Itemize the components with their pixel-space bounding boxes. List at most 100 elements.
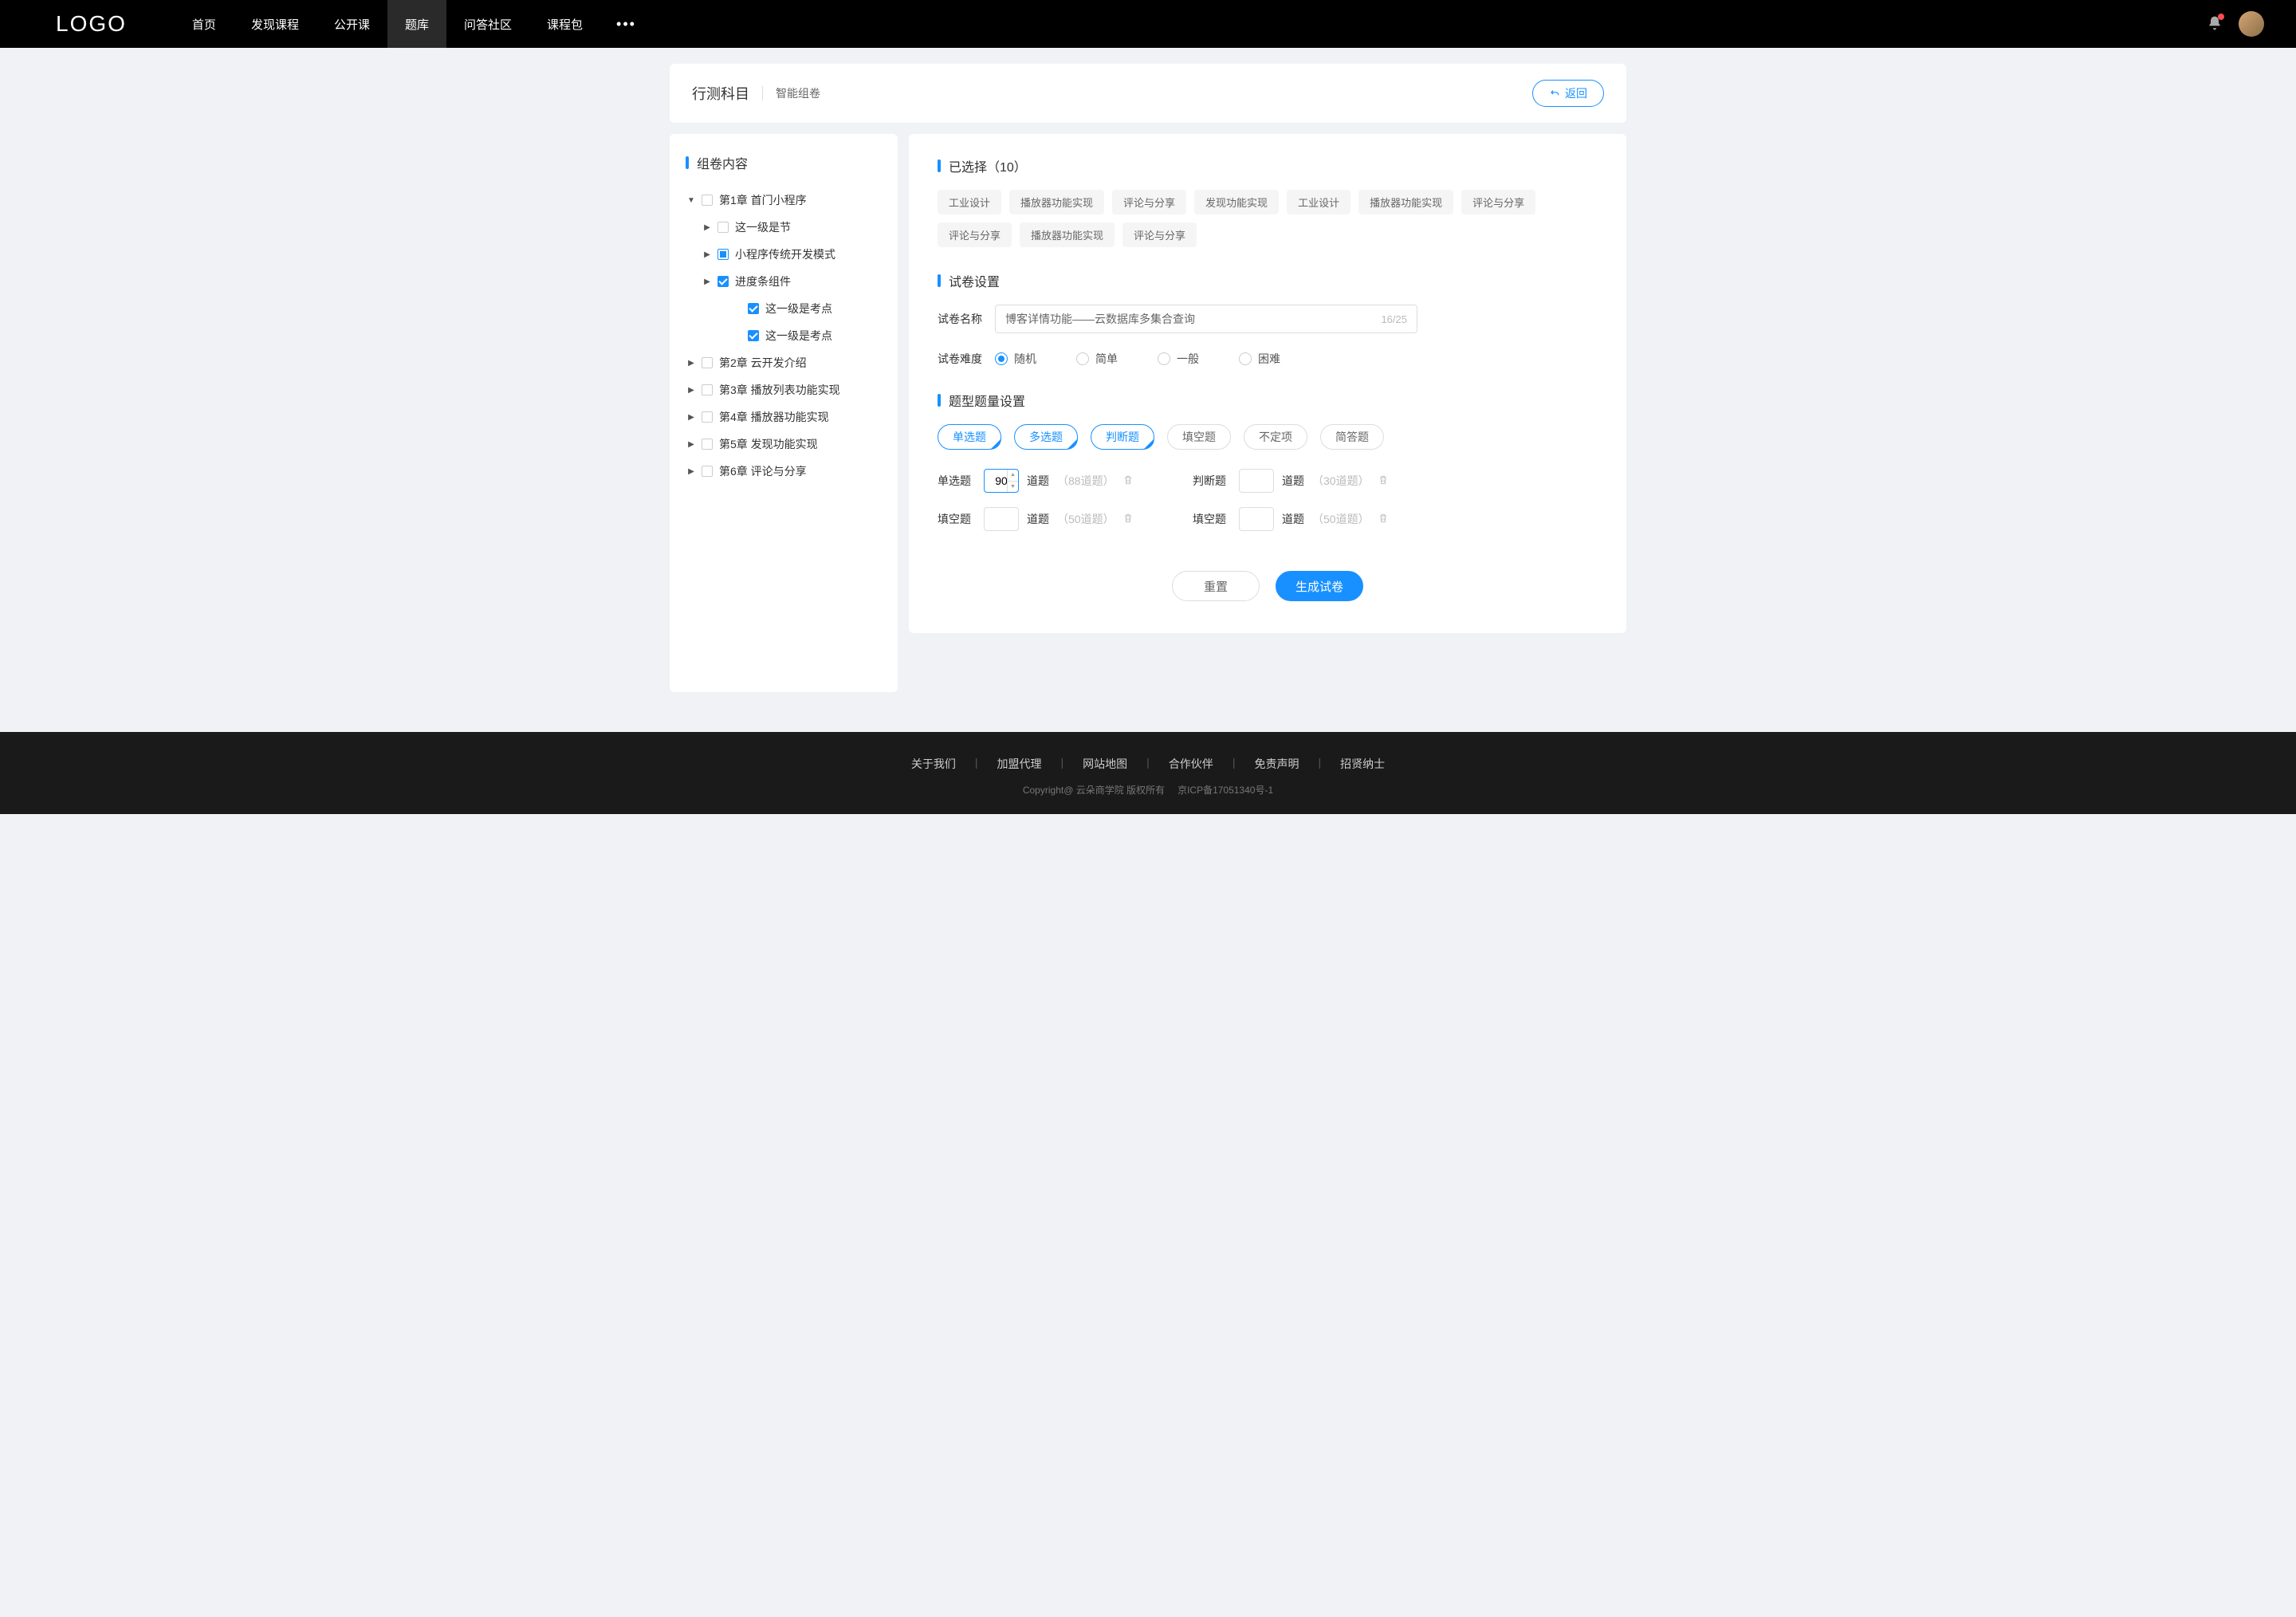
delete-icon[interactable] [1378,513,1389,526]
name-char-count: 16/25 [1381,313,1407,325]
footer-link[interactable]: 关于我们 [892,756,975,772]
delete-icon[interactable] [1122,474,1134,488]
footer-link[interactable]: 合作伙伴 [1150,756,1233,772]
selected-tag[interactable]: 工业设计 [1287,190,1350,214]
qty-hint: （50道题） [1312,511,1370,527]
undo-icon [1549,88,1560,99]
checkbox[interactable] [748,330,759,341]
delete-icon[interactable] [1122,513,1134,526]
arrow-right-icon[interactable]: ▶ [686,413,697,422]
radio-circle-icon [995,352,1008,365]
qtype-pill[interactable]: 填空题 [1167,424,1231,450]
checkbox[interactable] [702,411,713,423]
footer-link[interactable]: 招贤纳士 [1321,756,1404,772]
checkbox[interactable] [702,384,713,395]
spinner-up-icon[interactable]: ▲ [1008,470,1018,482]
qtype-pill[interactable]: 多选题 [1014,424,1078,450]
spinner-buttons[interactable]: ▲▼ [1007,470,1018,492]
selected-tag[interactable]: 评论与分享 [1112,190,1186,214]
selected-tag[interactable]: 发现功能实现 [1194,190,1279,214]
paper-name-input[interactable] [1005,313,1381,325]
page-header: 行测科目 智能组卷 返回 [670,64,1626,123]
page-title: 行测科目 [692,83,749,104]
nav-more-icon[interactable]: ••• [600,16,652,33]
tree-node[interactable]: ▶ 小程序传统开发模式 [702,241,882,268]
qtype-pill[interactable]: 不定项 [1244,424,1307,450]
nav-item-0[interactable]: 首页 [175,0,234,48]
nav-item-2[interactable]: 公开课 [316,0,387,48]
arrow-right-icon[interactable]: ▶ [702,250,713,259]
checkbox[interactable] [718,222,729,233]
bell-icon[interactable] [2207,15,2223,33]
main-panel: 已选择（10） 工业设计播放器功能实现评论与分享发现功能实现工业设计播放器功能实… [909,134,1626,633]
checkbox[interactable] [702,195,713,206]
arrow-right-icon[interactable]: ▶ [686,359,697,368]
footer-link[interactable]: 加盟代理 [978,756,1061,772]
footer-links: 关于我们|加盟代理|网站地图|合作伙伴|免责声明|招贤纳士 [0,756,2296,772]
qty-label: 填空题 [938,511,976,527]
checkbox[interactable] [702,357,713,368]
radio-circle-icon [1239,352,1252,365]
selected-tag[interactable]: 评论与分享 [938,222,1012,247]
qtype-pill[interactable]: 单选题 [938,424,1001,450]
quantity-grid: 单选题▲▼道题（88道题）判断题道题（30道题）填空题道题（50道题）填空题道题… [938,469,1416,531]
tree-node[interactable]: ▶第6章 评论与分享 [686,458,882,485]
qty-unit: 道题 [1027,511,1049,527]
selected-tag[interactable]: 工业设计 [938,190,1001,214]
selected-tag[interactable]: 评论与分享 [1461,190,1535,214]
checkbox[interactable] [702,466,713,477]
difficulty-radio[interactable]: 简单 [1076,351,1118,367]
footer-link[interactable]: 网站地图 [1063,756,1146,772]
checkbox[interactable] [718,249,729,260]
tree-node[interactable]: ▶第5章 发现功能实现 [686,431,882,458]
qtype-pills: 单选题多选题判断题填空题不定项简答题 [938,424,1598,450]
arrow-down-icon[interactable]: ▼ [686,196,697,205]
tree-node[interactable]: ▶这一级是节 [702,214,882,241]
checkbox[interactable] [748,303,759,314]
tree-node[interactable]: ▶进度条组件 [702,268,882,295]
qty-input[interactable] [1239,469,1274,493]
arrow-right-icon[interactable]: ▶ [686,440,697,449]
selected-tag[interactable]: 播放器功能实现 [1358,190,1453,214]
qtype-title: 题型题量设置 [938,391,1598,410]
tree-node[interactable]: 这一级是考点 [732,295,882,322]
reset-button[interactable]: 重置 [1172,571,1260,601]
difficulty-radio[interactable]: 困难 [1239,351,1280,367]
footer-link[interactable]: 免责声明 [1235,756,1318,772]
nav-item-1[interactable]: 发现课程 [234,0,316,48]
nav-item-4[interactable]: 问答社区 [446,0,529,48]
name-input-wrap: 16/25 [995,305,1417,333]
qty-input[interactable] [1239,507,1274,531]
checkbox[interactable] [718,276,729,287]
tree-label: 小程序传统开发模式 [735,246,882,262]
qty-label: 填空题 [1193,511,1231,527]
tree-node[interactable]: ▼第1章 首门小程序 [686,187,882,214]
tree-node[interactable]: 这一级是考点 [732,322,882,349]
action-row: 重置 生成试卷 [938,571,1598,601]
arrow-right-icon[interactable]: ▶ [686,386,697,395]
tree-node[interactable]: ▶第4章 播放器功能实现 [686,403,882,431]
delete-icon[interactable] [1378,474,1389,488]
arrow-right-icon[interactable]: ▶ [702,277,713,286]
tree-node[interactable]: ▶第3章 播放列表功能实现 [686,376,882,403]
checkbox[interactable] [702,439,713,450]
selected-tag[interactable]: 播放器功能实现 [1009,190,1104,214]
tree-node[interactable]: ▶ 第2章 云开发介绍 [686,349,882,376]
tree-label: 第2章 云开发介绍 [719,355,882,371]
qty-input[interactable] [984,507,1019,531]
arrow-right-icon[interactable]: ▶ [702,223,713,232]
difficulty-radio[interactable]: 一般 [1158,351,1199,367]
page-subtitle: 智能组卷 [776,85,820,101]
qtype-pill[interactable]: 简答题 [1320,424,1384,450]
nav-item-5[interactable]: 课程包 [529,0,600,48]
qtype-pill[interactable]: 判断题 [1091,424,1154,450]
selected-tag[interactable]: 播放器功能实现 [1020,222,1115,247]
nav-item-3[interactable]: 题库 [387,0,446,48]
avatar[interactable] [2239,11,2264,37]
arrow-right-icon[interactable]: ▶ [686,467,697,476]
back-button[interactable]: 返回 [1532,80,1604,107]
difficulty-radio[interactable]: 随机 [995,351,1036,367]
selected-tag[interactable]: 评论与分享 [1122,222,1197,247]
generate-button[interactable]: 生成试卷 [1276,571,1363,601]
spinner-down-icon[interactable]: ▼ [1008,482,1018,493]
